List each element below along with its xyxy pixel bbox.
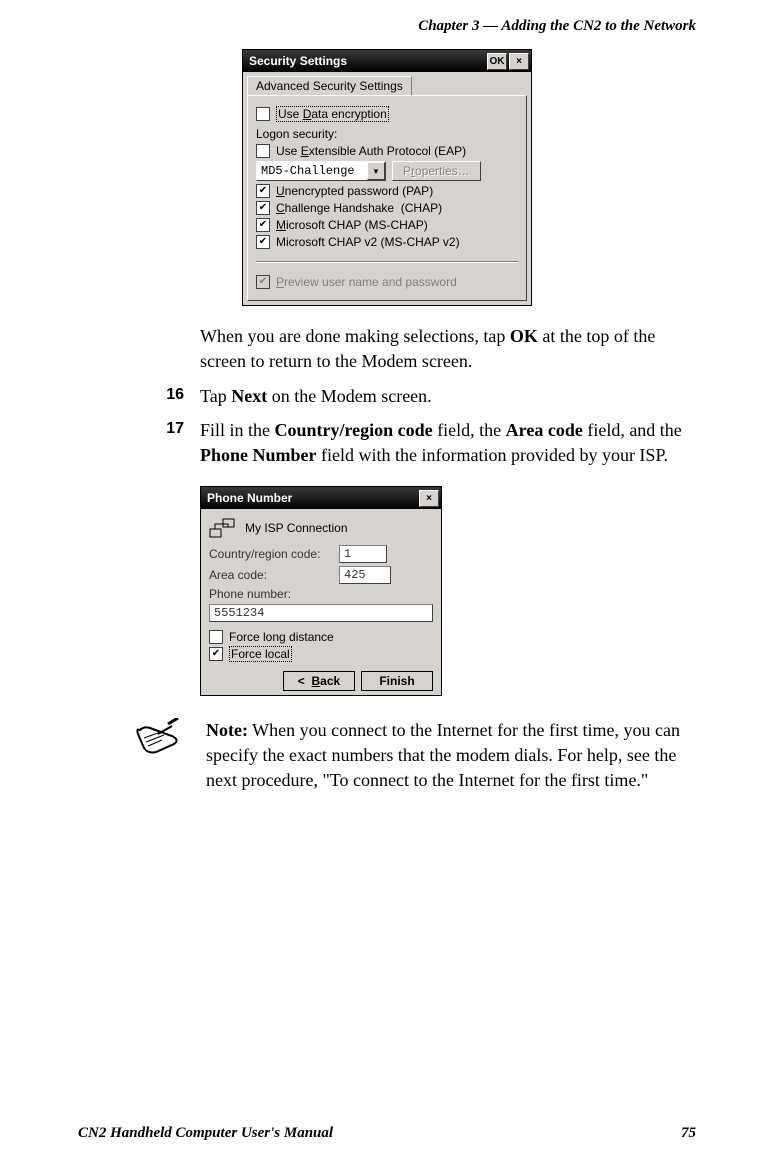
dialog-title: Phone Number (207, 491, 417, 505)
checkbox-mschap[interactable]: ✔ (256, 218, 270, 232)
checkbox-force-long[interactable] (209, 630, 223, 644)
footer-left: CN2 Handheld Computer User's Manual (78, 1125, 333, 1142)
checkbox-force-local[interactable]: ✔ (209, 647, 223, 661)
note-icon (134, 718, 182, 792)
label-mschap: Microsoft CHAP (MS-CHAP) (276, 218, 428, 232)
properties-button: Properties… (392, 161, 481, 181)
label-preview: Preview user name and password (276, 275, 457, 289)
finish-button[interactable]: Finish (361, 671, 433, 691)
security-settings-dialog: Security Settings OK × Advanced Security… (242, 49, 532, 306)
back-button[interactable]: < Back (283, 671, 355, 691)
ok-button[interactable]: OK (487, 53, 507, 70)
step-17: 17 Fill in the Country/region code field… (78, 418, 696, 468)
page-header: Chapter 3 — Adding the CN2 to the Networ… (0, 0, 774, 35)
checkbox-preview: ✔ (256, 275, 270, 289)
phone-number-dialog: Phone Number × My ISP Connection Country… (200, 486, 442, 696)
country-code-field[interactable]: 1 (339, 545, 387, 563)
label-pap: Unencrypted password (PAP) (276, 184, 433, 198)
label-area: Area code: (209, 568, 339, 582)
checkbox-pap[interactable]: ✔ (256, 184, 270, 198)
checkbox-use-eap[interactable] (256, 144, 270, 158)
step-16: 16 Tap Next on the Modem screen. (78, 384, 696, 409)
paragraph-after-security: When you are done making selections, tap… (200, 324, 696, 374)
note: Note: When you connect to the Internet f… (78, 718, 696, 792)
label-country: Country/region code: (209, 547, 339, 561)
label-data-encryption: Use Data encryption (276, 107, 389, 121)
dropdown-arrow-icon: ▼ (367, 162, 385, 180)
connection-name: My ISP Connection (245, 521, 348, 535)
area-code-field[interactable]: 425 (339, 566, 391, 584)
checkbox-chap[interactable]: ✔ (256, 201, 270, 215)
checkbox-mschap2[interactable]: ✔ (256, 235, 270, 249)
label-phone: Phone number: (209, 587, 339, 601)
label-chap: Challenge Handshake (CHAP) (276, 201, 442, 215)
close-button[interactable]: × (419, 490, 439, 507)
tab-advanced-security[interactable]: Advanced Security Settings (247, 76, 412, 95)
connection-icon (209, 517, 235, 539)
page-number: 75 (681, 1125, 696, 1142)
checkbox-data-encryption[interactable] (256, 107, 270, 121)
dialog-title: Security Settings (249, 54, 485, 68)
label-mschap2: Microsoft CHAP v2 (MS-CHAP v2) (276, 235, 460, 249)
label-force-long: Force long distance (229, 630, 334, 644)
label-logon-security: Logon security: (256, 127, 337, 141)
eap-method-dropdown[interactable]: MD5-Challenge ▼ (256, 161, 386, 181)
label-use-eap: Use Extensible Auth Protocol (EAP) (276, 144, 466, 158)
label-force-local: Force local (229, 647, 292, 661)
phone-number-field[interactable]: 5551234 (209, 604, 433, 622)
close-button[interactable]: × (509, 53, 529, 70)
